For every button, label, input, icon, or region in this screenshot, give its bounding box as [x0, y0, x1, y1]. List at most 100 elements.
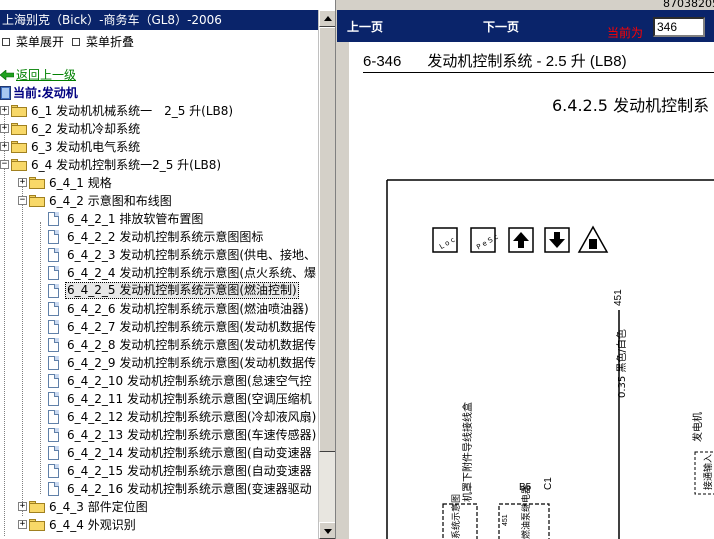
tree-leaf-label: 6_4_2_2 发动机控制系统示意图图标 [67, 230, 264, 244]
tree-scrollbar[interactable] [318, 10, 335, 539]
generator-label: 发电机 [691, 412, 704, 442]
page-icon [48, 338, 59, 352]
page-icon [48, 464, 59, 478]
tree-leaf[interactable]: 6_4_2_3 发动机控制系统示意图(供电、接地、 [0, 246, 318, 264]
collapse-minus-icon[interactable]: − [0, 160, 9, 169]
tree-item-label: 6_4_4 外观识别 [49, 518, 136, 532]
collapse-all-label: 菜单折叠 [86, 35, 135, 49]
page-icon [48, 356, 59, 370]
tree-leaf[interactable]: 6_4_2_4 发动机控制系统示意图(点火系统、爆 [0, 264, 318, 282]
expand-plus-icon[interactable]: + [18, 178, 27, 187]
junction-block-label: 机罩下附件导线接线盒 [461, 402, 474, 502]
tree-leaf-label: 6_4_2_10 发动机控制系统示意图(怠速空气控 [67, 374, 312, 388]
expand-plus-icon[interactable]: + [0, 124, 9, 133]
page-icon [48, 284, 59, 298]
page-icon [48, 320, 59, 334]
page-icon [48, 446, 59, 460]
page-icon [48, 410, 59, 424]
scroll-thumb[interactable] [319, 27, 335, 452]
wire-color: 0.35 黑色/白色 [615, 329, 628, 398]
prev-page-link[interactable]: 上一页 [347, 18, 383, 35]
expand-plus-icon[interactable]: + [0, 106, 9, 115]
tree-leaf-label: 6_4_2_7 发动机控制系统示意图(发动机数据传 [67, 320, 317, 334]
page-icon [48, 392, 59, 406]
next-page-link[interactable]: 下一页 [483, 18, 519, 35]
wire-number: 451 [613, 289, 624, 306]
tree-leaf[interactable]: 6_4_2_7 发动机控制系统示意图(发动机数据传 [0, 318, 318, 336]
phone-fragment: 87038205 [663, 0, 714, 10]
folder-icon [29, 501, 45, 513]
tree-leaf[interactable]: 6_4_2_11 发动机控制系统示意图(空调压缩机 [0, 390, 318, 408]
tree-leaf-label: 6_4_2_15 发动机控制系统示意图(自动变速器 [67, 464, 312, 478]
expand-plus-icon[interactable]: + [18, 502, 27, 511]
tree-leaf[interactable]: 6_4_2_9 发动机控制系统示意图(发动机数据传 [0, 354, 318, 372]
tree-leaf[interactable]: 6_4_2_16 发动机控制系统示意图(变速器驱动 [0, 480, 318, 498]
folder-icon [11, 141, 27, 153]
expand-all-label: 菜单展开 [16, 35, 65, 49]
tree-item-label: 6_4_3 部件定位图 [49, 500, 148, 514]
folder-icon [29, 519, 45, 531]
tree-item[interactable]: + 6_3 发动机电气系统 [0, 138, 318, 156]
page-nav-bar: 上一页 下一页 当前为 [337, 10, 714, 42]
folder-icon [11, 123, 27, 135]
tree-leaf-label: 6_4_2_14 发动机控制系统示意图(自动变速器 [67, 446, 312, 460]
tree-item-label: 6_2 发动机冷却系统 [31, 122, 141, 136]
arrow-down-icon [324, 529, 332, 534]
page-icon [48, 230, 59, 244]
connector-c1: C1 [543, 477, 554, 490]
tree-leaf-label: 6_4_2_12 发动机控制系统示意图(冷却液风扇) [67, 410, 317, 424]
wiring-diagram: L o c P e S c 451 0.35 黑色/白色 机罩下附件导线接线盒 … [386, 179, 714, 539]
tree-item-label: 6_4_2 示意图和布线图 [49, 194, 172, 208]
tree-item-label: 6_4 发动机控制系统一2_5 升(LB8) [31, 158, 222, 172]
arrow-up-icon [324, 16, 332, 21]
fuel-pump-relay-label: 燃油泵继电器 [520, 485, 532, 539]
back-link[interactable]: 返回上一级 [16, 66, 76, 84]
top-strip: 87038205 [337, 0, 714, 10]
scroll-up-button[interactable] [319, 10, 335, 27]
page-icon [48, 266, 59, 280]
tree-leaf-label: 6_4_2_11 发动机控制系统示意图(空调压缩机 [67, 392, 312, 406]
folder-icon [29, 177, 45, 189]
expand-plus-icon[interactable]: + [18, 520, 27, 529]
expand-plus-icon[interactable]: + [0, 142, 9, 151]
menu-toolbar: 菜单展开 菜单折叠 [0, 32, 318, 52]
current-label: 当前:发动机 [13, 86, 78, 100]
tree-item[interactable]: − 6_4 发动机控制系统一2_5 升(LB8) [0, 156, 318, 174]
tree-item-label: 6_3 发动机电气系统 [31, 140, 141, 154]
folder-open-icon [11, 159, 27, 171]
sub-wire-number: 451 [502, 514, 509, 526]
collapse-minus-icon[interactable]: − [18, 196, 27, 205]
tree-leaf[interactable]: 6_4_2_15 发动机控制系统示意图(自动变速器 [0, 462, 318, 480]
book-icon [0, 86, 11, 100]
tree-item[interactable]: + 6_4_1 规格 [0, 174, 318, 192]
collapse-all-button[interactable]: 菜单折叠 [72, 34, 134, 50]
tree-item[interactable]: − 6_4_2 示意图和布线图 [0, 192, 318, 210]
tree-leaf-label: 6_4_2_9 发动机控制系统示意图(发动机数据传 [67, 356, 317, 370]
back-link-row[interactable]: 返回上一级 [0, 66, 318, 84]
back-arrow-icon [0, 70, 14, 80]
content-pane: 87038205 上一页 下一页 当前为 6-346发动机控制系统 - 2.5 … [337, 0, 714, 539]
tree-leaf[interactable]: 6_4_2_12 发动机控制系统示意图(冷却液风扇) [0, 408, 318, 426]
schematic-label: 系统示意图 [450, 494, 462, 539]
tree-leaf[interactable]: 6_4_2_13 发动机控制系统示意图(车速传感器) [0, 426, 318, 444]
tree-leaf-label: 6_4_2_5 发动机控制系统示意图(燃油控制) [65, 282, 299, 299]
pane-title: 上海别克（Bick）-商务车（GL8）-2006 [0, 10, 318, 30]
tree-leaf[interactable]: 6_4_2_1 排放软管布置图 [0, 210, 318, 228]
tree-item[interactable]: + 6_4_3 部件定位图 [0, 498, 318, 516]
tree-item[interactable]: + 6_1 发动机机械系统一 2_5 升(LB8) [0, 102, 318, 120]
tree-item[interactable]: + 6_4_4 外观识别 [0, 516, 318, 534]
scroll-down-button[interactable] [319, 522, 335, 539]
tree-leaf[interactable]: 6_4_2_6 发动机控制系统示意图(燃油喷油器) [0, 300, 318, 318]
expand-all-button[interactable]: 菜单展开 [2, 34, 64, 50]
tree-item-label: 6_1 发动机机械系统一 2_5 升(LB8) [31, 104, 234, 118]
page-number-input[interactable] [653, 17, 705, 37]
tree-leaf-label: 6_4_2_1 排放软管布置图 [67, 212, 204, 226]
tree-leaf[interactable]: 6_4_2_2 发动机控制系统示意图图标 [0, 228, 318, 246]
tree-leaf[interactable]: 6_4_2_14 发动机控制系统示意图(自动变速器 [0, 444, 318, 462]
tree-item[interactable]: + 6_2 发动机冷却系统 [0, 120, 318, 138]
tree-leaf[interactable]: 6_4_2_10 发动机控制系统示意图(怠速空气控 [0, 372, 318, 390]
tree-leaf[interactable]: 6_4_2_8 发动机控制系统示意图(发动机数据传 [0, 336, 318, 354]
tree-leaf-selected[interactable]: 6_4_2_5 发动机控制系统示意图(燃油控制) [0, 282, 318, 300]
input-label: 接通输入 [702, 454, 714, 490]
tree-item-label: 6_4_1 规格 [49, 176, 112, 190]
